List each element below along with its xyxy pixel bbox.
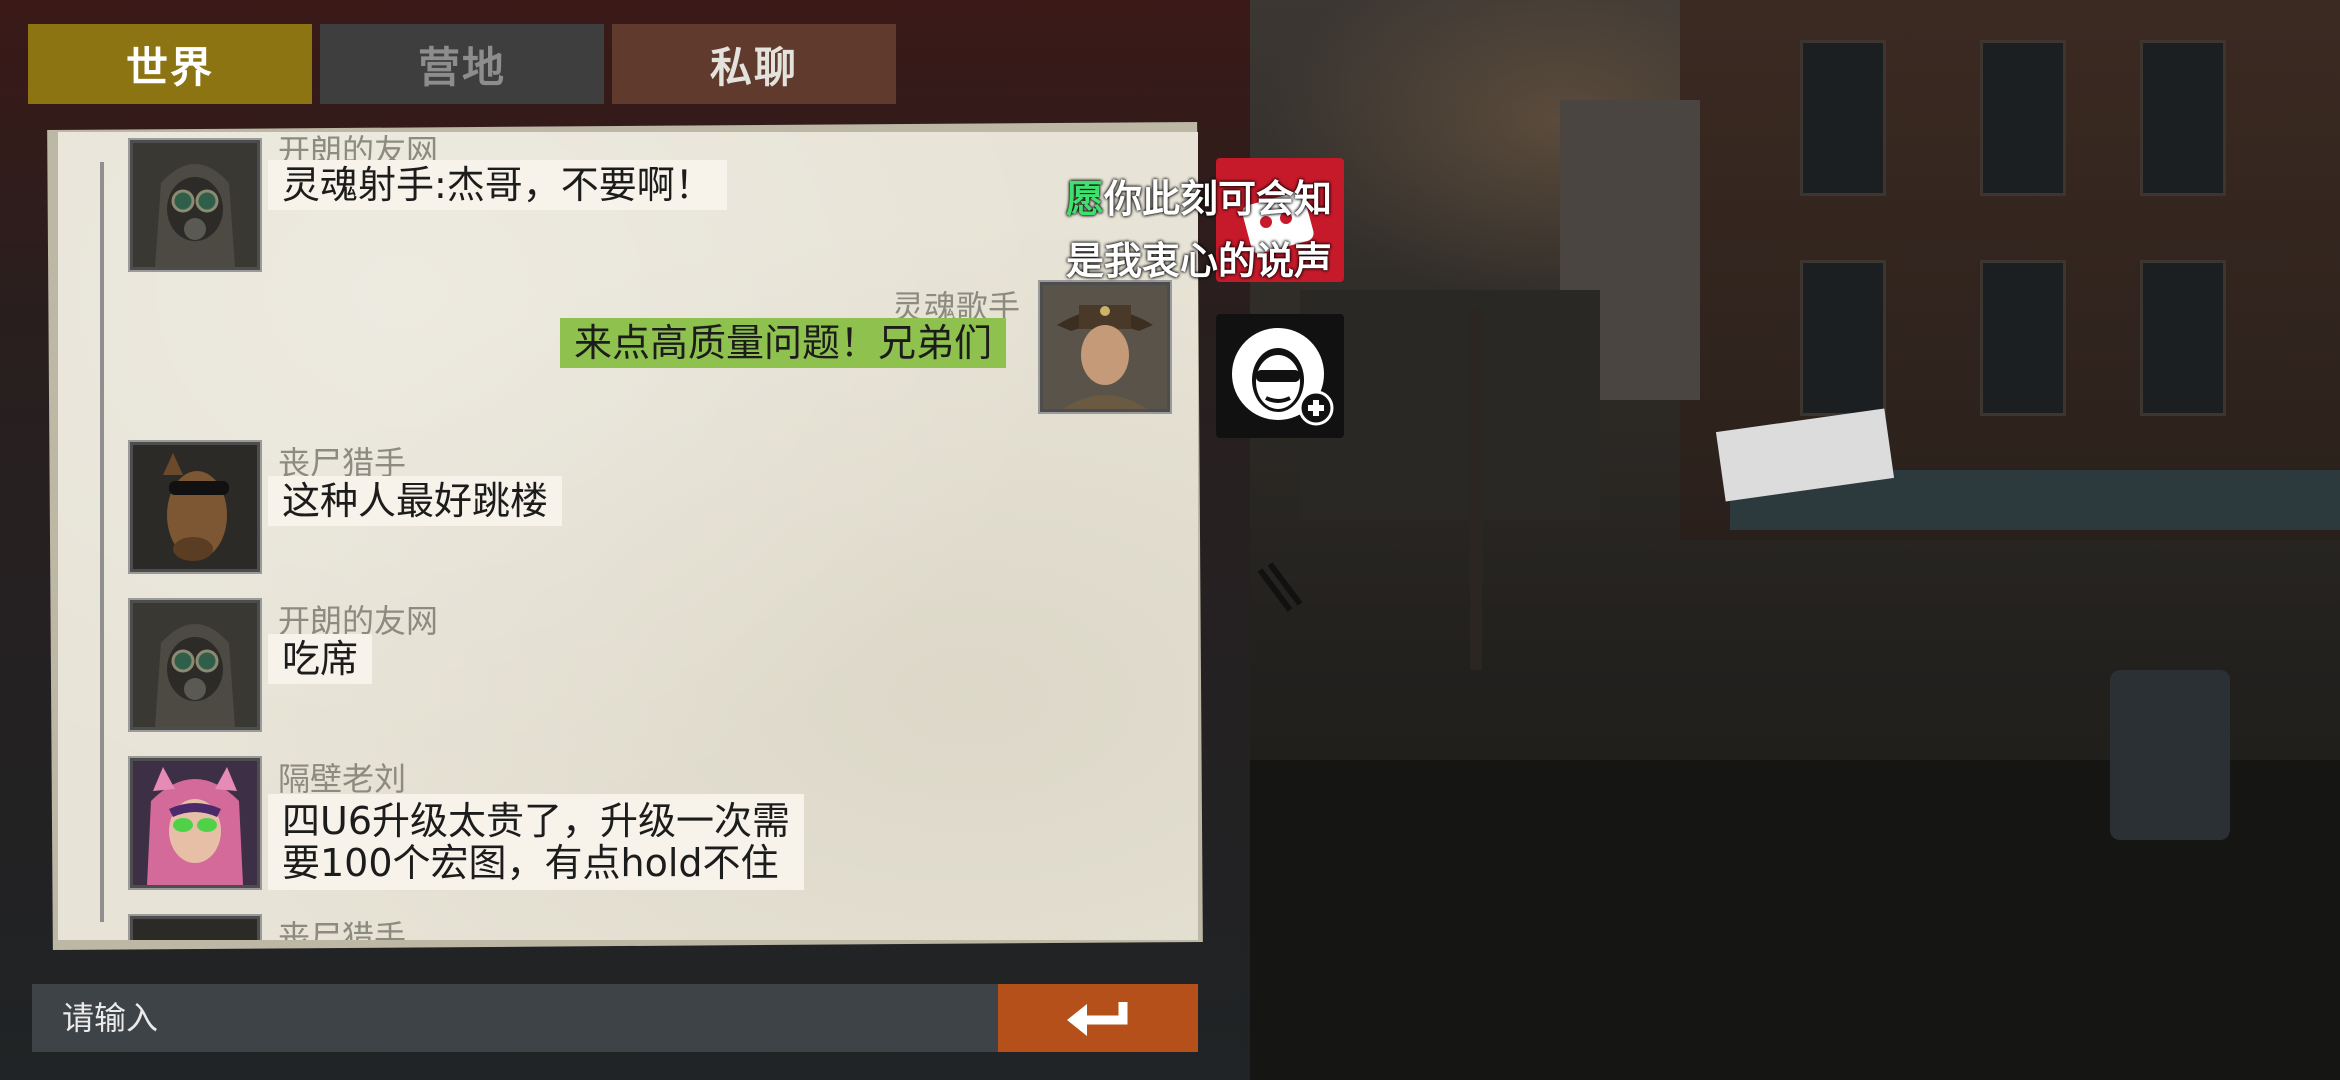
promo-banner-text[interactable]: 愿你此刻可会知 是我衷心的说声	[1066, 168, 1332, 292]
scrollbar-track[interactable]	[100, 162, 104, 922]
gas-mask-avatar[interactable]	[130, 600, 260, 730]
send-button[interactable]	[998, 984, 1198, 1052]
tab-camp[interactable]: 营地	[320, 24, 604, 104]
promo-line-1: 愿你此刻可会知	[1066, 168, 1332, 230]
tab-world[interactable]: 世界	[28, 24, 312, 104]
message-line: 要100个宏图，有点hold不住	[282, 841, 779, 885]
message-text: 来点高质量问题！兄弟们	[560, 318, 1007, 368]
promo-line-1-rest: 你此刻可会知	[1104, 177, 1333, 221]
utility-pole	[1470, 310, 1482, 670]
sender-name[interactable]: 丧尸猎手	[278, 912, 406, 940]
sunglasses-face-plus-icon	[1232, 328, 1334, 426]
tab-private-chat[interactable]: 私聊	[612, 24, 896, 104]
barrel	[2110, 670, 2230, 840]
horse-mask-avatar[interactable]	[130, 442, 260, 572]
pink-hood-avatar[interactable]	[130, 758, 260, 888]
message-text: 四U6升级太贵了，升级一次需 要100个宏图，有点hold不住	[268, 794, 804, 890]
message-line: 四U6升级太贵了，升级一次需	[282, 799, 790, 843]
horse-mask-avatar[interactable]	[130, 916, 260, 940]
chat-input[interactable]	[32, 998, 964, 1038]
grapple-hook-icon	[1250, 560, 1310, 634]
sheriff-avatar[interactable]	[1040, 282, 1170, 412]
enter-arrow-icon	[1067, 1002, 1128, 1036]
gas-mask-avatar[interactable]	[130, 140, 260, 270]
promo-highlight: 愿	[1066, 177, 1105, 221]
chat-input-bar	[32, 984, 1000, 1052]
chat-message-list[interactable]: 开朗的友网 灵魂射手:杰哥，不要啊！ 灵魂歌手 来点高质量问题！兄弟们 丧尸猎手…	[58, 132, 1198, 940]
promo-line-2: 是我衷心的说声	[1066, 239, 1333, 283]
shed	[1300, 290, 1600, 520]
message-text: 吃席	[268, 634, 373, 684]
add-friend-button[interactable]	[1216, 314, 1344, 438]
chat-panel: 世界 营地 私聊 开朗的友网 灵魂射手:杰哥，不要啊！ 灵魂歌手 来点高质量问题…	[0, 0, 1250, 1080]
message-text: 这种人最好跳楼	[268, 476, 563, 526]
message-text: 灵魂射手:杰哥，不要啊！	[268, 160, 727, 210]
